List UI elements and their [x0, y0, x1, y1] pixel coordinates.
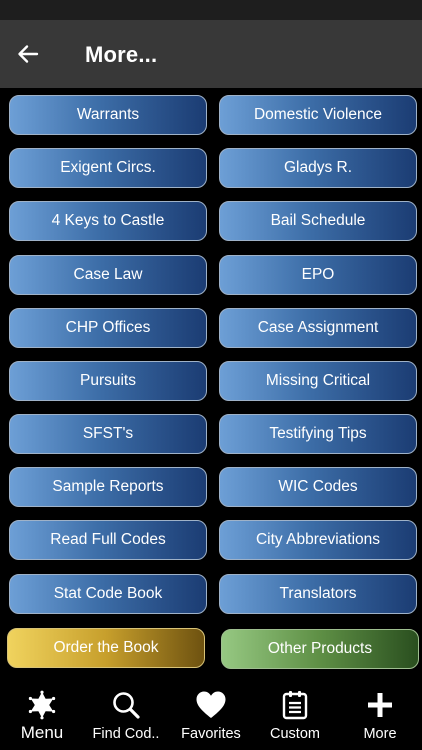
sheriff-star-icon — [28, 690, 56, 720]
heart-icon — [196, 691, 226, 718]
nav-menu-label: Menu — [20, 723, 64, 742]
warrants-button[interactable]: Warrants — [9, 95, 207, 135]
nav-custom[interactable]: Custom — [253, 684, 337, 750]
gladys-r-button[interactable]: Gladys R. — [219, 148, 417, 188]
translators-button[interactable]: Translators — [219, 574, 417, 614]
exigent-circs-button[interactable]: Exigent Circs. — [9, 148, 207, 188]
chp-offices-button[interactable]: CHP Offices — [9, 308, 207, 348]
back-button[interactable] — [8, 34, 48, 74]
case-law-button[interactable]: Case Law — [9, 255, 207, 295]
sfsts-button[interactable]: SFST's — [9, 414, 207, 454]
back-arrow-icon — [18, 45, 39, 63]
stat-code-book-button[interactable]: Stat Code Book — [9, 574, 207, 614]
domestic-violence-button[interactable]: Domestic Violence — [219, 95, 417, 135]
order-book-button[interactable]: Order the Book — [7, 628, 205, 668]
nav-favorites-label: Favorites — [181, 726, 241, 742]
pursuits-button[interactable]: Pursuits — [9, 361, 207, 401]
app-bar: More... — [0, 20, 422, 88]
epo-button[interactable]: EPO — [219, 255, 417, 295]
missing-critical-button[interactable]: Missing Critical — [219, 361, 417, 401]
keys-to-castle-button[interactable]: 4 Keys to Castle — [9, 201, 207, 241]
city-abbreviations-button[interactable]: City Abbreviations — [219, 520, 417, 560]
nav-menu[interactable]: Menu — [0, 684, 84, 750]
wic-codes-button[interactable]: WIC Codes — [219, 467, 417, 507]
search-icon — [113, 692, 140, 719]
nav-custom-label: Custom — [270, 726, 320, 742]
nav-find-codes-label: Find Cod.. — [92, 726, 160, 742]
nav-more[interactable]: More — [338, 684, 422, 750]
other-products-button[interactable]: Other Products — [221, 629, 419, 669]
testifying-tips-button[interactable]: Testifying Tips — [219, 414, 417, 454]
plus-icon — [368, 693, 392, 717]
bail-schedule-button[interactable]: Bail Schedule — [219, 201, 417, 241]
nav-find-codes[interactable]: Find Cod.. — [84, 684, 168, 750]
nav-more-label: More — [363, 726, 397, 742]
case-assignment-button[interactable]: Case Assignment — [219, 308, 417, 348]
sample-reports-button[interactable]: Sample Reports — [9, 467, 207, 507]
page-title: More... — [85, 42, 158, 67]
status-bar — [0, 0, 422, 20]
bottom-nav: Menu Find Cod.. Favorites Custom More — [0, 684, 422, 750]
clipboard-list-icon — [282, 691, 308, 720]
nav-favorites[interactable]: Favorites — [169, 684, 253, 750]
read-full-codes-button[interactable]: Read Full Codes — [9, 520, 207, 560]
